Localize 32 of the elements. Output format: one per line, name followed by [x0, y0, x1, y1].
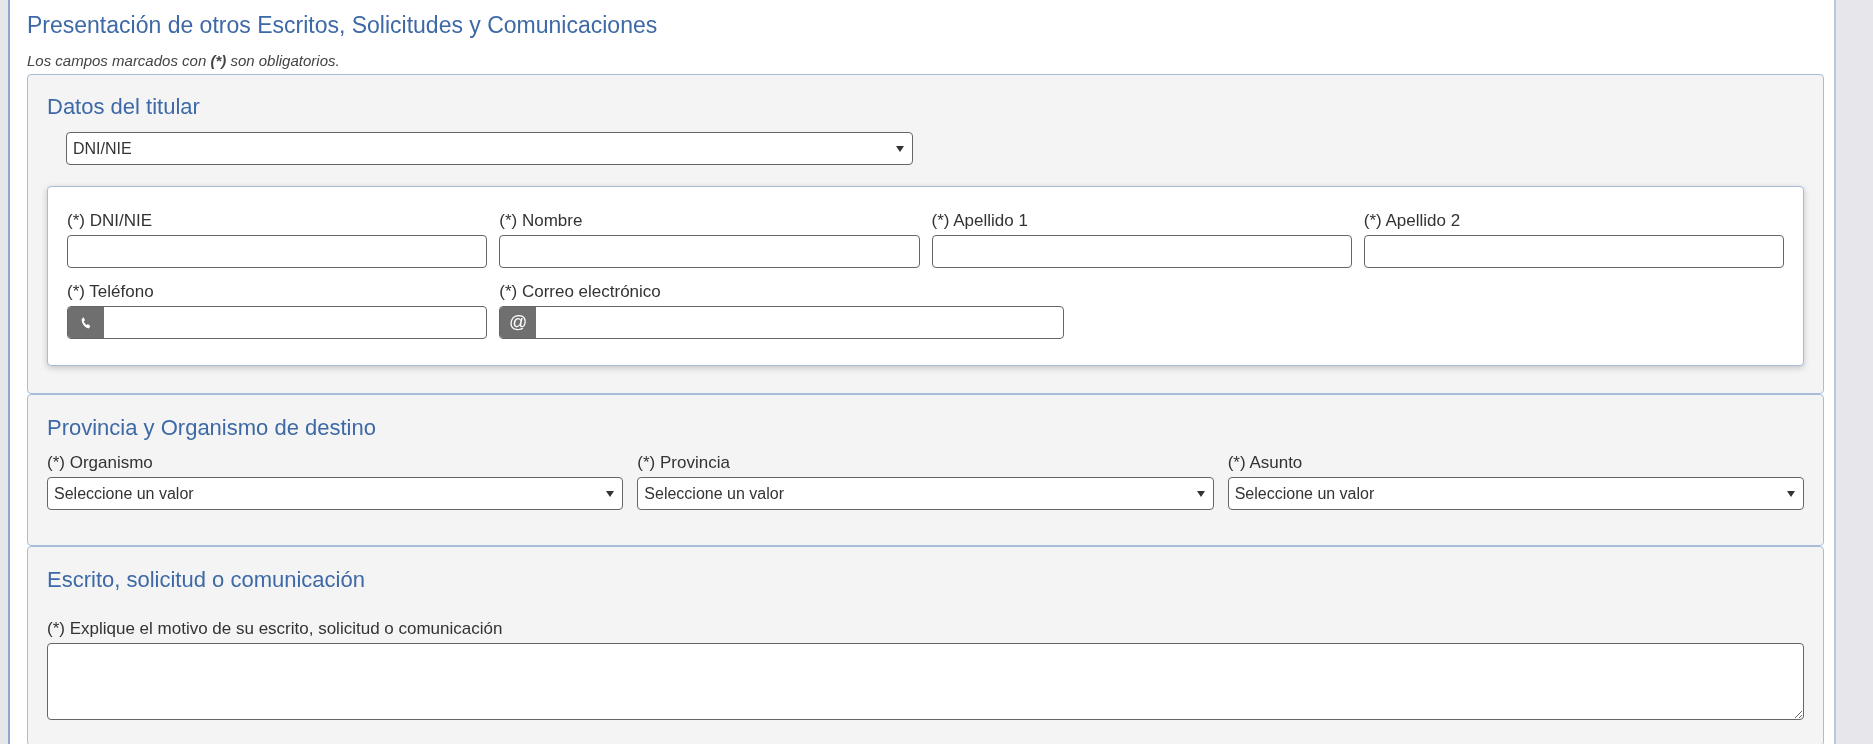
select-field[interactable]: Seleccione un valor — [47, 477, 624, 510]
field-label: (*) Explique el motivo de su escrito, solicitud o comunicación — [47, 619, 504, 639]
input-field[interactable] — [931, 235, 1352, 268]
field-label: (*) Asunto — [1227, 453, 1304, 473]
section-title: Escrito, solicitud o comunicación — [47, 566, 366, 594]
field-label: (*) Nombre — [499, 211, 584, 231]
section-title: Datos del titular — [47, 93, 201, 121]
caret-icon — [1787, 490, 1795, 497]
section-title: Provincia y Organismo de destino — [47, 414, 377, 442]
required-note: Los campos marcados con (*) son obligatorios. — [27, 52, 341, 70]
caret-icon — [606, 490, 615, 497]
addon-icon: @ — [500, 307, 537, 338]
select-field[interactable]: Seleccione un valor — [637, 477, 1214, 510]
field-label: (*) Apellido 1 — [931, 211, 1029, 231]
field-label: (*) DNI/NIE — [67, 211, 153, 231]
page-title: Presentación de otros Escritos, Solicitudes y Comunicaciones — [27, 11, 659, 40]
input-field[interactable] — [67, 235, 488, 268]
input-field[interactable] — [499, 235, 920, 268]
field-label: (*) Apellido 2 — [1363, 211, 1462, 231]
select-field[interactable]: Seleccione un valor — [1227, 477, 1804, 510]
document-type-select[interactable]: DNI/NIE — [66, 132, 913, 165]
field-label: (*) Teléfono — [67, 282, 155, 302]
text-area[interactable] — [47, 643, 1804, 720]
field-label: (*) Provincia — [637, 453, 731, 473]
input-field[interactable] — [67, 306, 488, 339]
input-field[interactable] — [1363, 235, 1784, 268]
caret-icon — [896, 145, 904, 152]
phone-icon — [68, 307, 104, 338]
caret-icon — [1196, 490, 1205, 497]
field-label: (*) Organismo — [47, 453, 154, 473]
field-label: (*) Correo electrónico — [499, 282, 662, 302]
input-field[interactable]: @ — [499, 306, 1064, 339]
